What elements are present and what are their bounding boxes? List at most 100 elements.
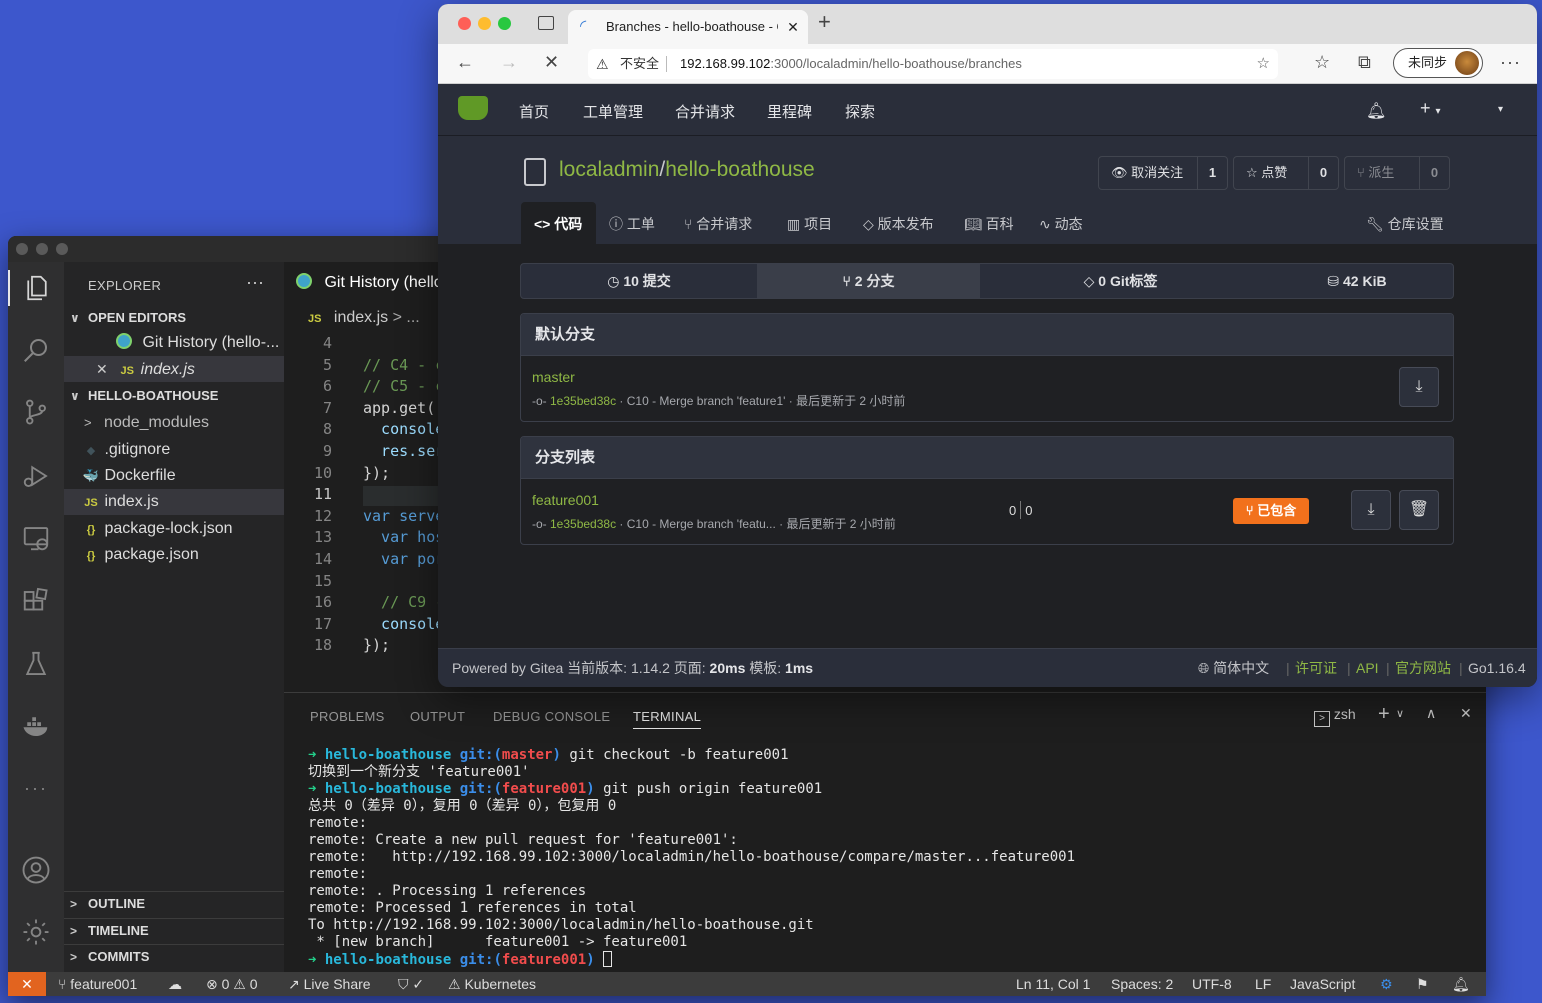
url-bar[interactable]: ⚠ 不安全 192.168.99.102:3000/localadmin/hel… bbox=[588, 49, 1278, 79]
more-icon[interactable]: ··· bbox=[18, 770, 54, 806]
tab-terminal[interactable]: TERMINAL bbox=[633, 709, 702, 729]
extensions-icon[interactable] bbox=[18, 584, 54, 620]
unwatch-button[interactable]: 👁︎ 取消关注 1 bbox=[1098, 156, 1228, 190]
nav-pulls[interactable]: 合并请求 bbox=[675, 101, 735, 122]
tree-item-package-lock[interactable]: {} package-lock.json bbox=[64, 516, 284, 542]
close-panel-icon[interactable]: ✕ bbox=[1460, 705, 1472, 722]
commit-sha-link[interactable]: 1e35bed38c bbox=[550, 517, 616, 531]
tab-problems[interactable]: PROBLEMS bbox=[310, 709, 385, 724]
tab-output[interactable]: OUTPUT bbox=[410, 709, 465, 724]
open-editors-section[interactable]: ∨ OPEN EDITORS bbox=[64, 306, 284, 330]
shield-icon[interactable]: ⛉ ✓ bbox=[398, 972, 424, 996]
forward-icon[interactable]: → bbox=[500, 52, 518, 73]
commit-sha-link[interactable]: 1e35bed38c bbox=[550, 394, 616, 408]
nav-milestones[interactable]: 里程碑 bbox=[767, 101, 812, 122]
commits-stat[interactable]: ◷ 10 提交 bbox=[521, 264, 757, 298]
download-button[interactable]: ⤓ bbox=[1351, 490, 1391, 530]
account-icon[interactable] bbox=[18, 852, 54, 888]
profile-sync-button[interactable]: 未同步 bbox=[1393, 48, 1483, 78]
close-tab-icon[interactable]: ✕ bbox=[778, 10, 808, 44]
sync-icon[interactable]: ☁ bbox=[168, 972, 182, 996]
branches-stat[interactable]: ⑂ 2 分支 bbox=[757, 264, 980, 298]
more-icon[interactable]: ··· bbox=[1500, 52, 1521, 73]
browser-tab-active[interactable]: ◜ Branches - hello-boathouse - Gitea ✕ bbox=[568, 10, 808, 44]
add-favorite-icon[interactable]: ☆ bbox=[1257, 49, 1270, 79]
search-icon[interactable] bbox=[18, 332, 54, 368]
source-control-icon[interactable] bbox=[18, 394, 54, 430]
delete-branch-button[interactable]: 🗑︎ bbox=[1399, 490, 1439, 530]
back-icon[interactable]: ← bbox=[456, 52, 474, 73]
tree-item-index-js[interactable]: JS index.js bbox=[64, 489, 284, 515]
star-button[interactable]: ☆ 点赞 0 bbox=[1233, 156, 1339, 190]
close-window-button[interactable] bbox=[16, 243, 28, 255]
feedback-icon[interactable]: ⚑ bbox=[1416, 972, 1429, 996]
nav-home[interactable]: 首页 bbox=[519, 101, 549, 122]
tab-pulls[interactable]: ⑂ 合并请求 bbox=[684, 214, 752, 234]
close-icon[interactable]: ✕ bbox=[96, 361, 108, 377]
merged-badge[interactable]: ⑂ 已包含 bbox=[1233, 498, 1309, 524]
open-editor-git-history[interactable]: Git History (hello-... bbox=[64, 330, 284, 356]
encoding[interactable]: UTF-8 bbox=[1192, 972, 1232, 996]
download-button[interactable]: ⤓ bbox=[1399, 367, 1439, 407]
close-window-button[interactable] bbox=[458, 17, 471, 30]
tree-item-gitignore[interactable]: ◆ .gitignore bbox=[64, 437, 284, 463]
favorites-icon[interactable]: ☆ bbox=[1314, 52, 1330, 73]
language-selector[interactable]: 🌐︎ 简体中文 bbox=[1198, 649, 1269, 687]
tree-item-package-json[interactable]: {} package.json bbox=[64, 542, 284, 568]
terminal-output[interactable]: ➜ hello-boathouse git:(master) git check… bbox=[308, 747, 1075, 969]
nav-explore[interactable]: 探索 bbox=[845, 101, 875, 122]
watch-count[interactable]: 1 bbox=[1197, 157, 1227, 189]
chevron-down-icon[interactable]: ∨ bbox=[1396, 707, 1404, 720]
tab-settings[interactable]: 🔧︎ 仓库设置 bbox=[1366, 214, 1444, 234]
license-link[interactable]: 许可证 bbox=[1295, 649, 1337, 687]
tab-issues[interactable]: ⓘ 工单 bbox=[609, 214, 655, 234]
open-editor-index-js[interactable]: ✕ JS index.js bbox=[64, 356, 284, 382]
repo-name-link[interactable]: hello-boathouse bbox=[665, 158, 814, 181]
create-new-button[interactable]: + ▾ bbox=[1420, 98, 1441, 119]
repo-owner-link[interactable]: localadmin bbox=[559, 158, 659, 181]
maximize-panel-icon[interactable]: ∧ bbox=[1426, 705, 1436, 722]
new-tab-button[interactable]: + bbox=[818, 9, 831, 35]
new-terminal-icon[interactable]: + bbox=[1378, 703, 1390, 726]
timeline-section[interactable]: > TIMELINE bbox=[64, 918, 284, 942]
tab-debug-console[interactable]: DEBUG CONSOLE bbox=[493, 709, 610, 724]
zoom-window-button[interactable] bbox=[56, 243, 68, 255]
nav-issues[interactable]: 工单管理 bbox=[583, 101, 643, 122]
zoom-window-button[interactable] bbox=[498, 17, 511, 30]
language-mode[interactable]: JavaScript bbox=[1290, 972, 1355, 996]
run-debug-icon[interactable] bbox=[18, 458, 54, 494]
notifications-icon[interactable]: 🔔︎ bbox=[1452, 972, 1470, 996]
gear-icon[interactable]: ⚙ bbox=[1380, 972, 1393, 996]
remote-explorer-icon[interactable] bbox=[18, 520, 54, 556]
branch-indicator[interactable]: ⑂ feature001 bbox=[58, 972, 137, 996]
project-section[interactable]: ∨ HELLO-BOATHOUSE bbox=[64, 384, 284, 408]
cursor-position[interactable]: Ln 11, Col 1 bbox=[1016, 972, 1090, 996]
explorer-more-button[interactable]: ··· bbox=[246, 272, 264, 293]
tree-item-dockerfile[interactable]: 🐳 Dockerfile bbox=[64, 463, 284, 489]
problems-indicator[interactable]: ⊗ 0 ⚠ 0 bbox=[206, 972, 258, 996]
minimize-window-button[interactable] bbox=[36, 243, 48, 255]
bell-icon[interactable]: 🔔︎ bbox=[1366, 101, 1386, 121]
tab-actions-icon[interactable] bbox=[538, 16, 554, 30]
testing-icon[interactable] bbox=[18, 646, 54, 682]
tree-item-node-modules[interactable]: > node_modules bbox=[64, 410, 284, 436]
docker-icon[interactable] bbox=[18, 708, 54, 744]
remote-indicator[interactable]: ✕ bbox=[8, 972, 46, 996]
line-ending[interactable]: LF bbox=[1255, 972, 1271, 996]
tab-code[interactable]: <> 代码 bbox=[534, 214, 582, 234]
settings-gear-icon[interactable] bbox=[18, 914, 54, 950]
tab-git-history[interactable]: Git History (hello bbox=[284, 262, 464, 304]
breadcrumb-rest[interactable]: > ... bbox=[393, 309, 420, 326]
indentation[interactable]: Spaces: 2 bbox=[1111, 972, 1173, 996]
tab-releases[interactable]: ◇ 版本发布 bbox=[863, 214, 934, 234]
kubernetes-button[interactable]: ⚠ Kubernetes bbox=[448, 972, 536, 996]
user-menu-caret-icon[interactable]: ▾ bbox=[1498, 104, 1503, 115]
size-stat[interactable]: ⛁ 42 KiB bbox=[1261, 264, 1453, 298]
star-count[interactable]: 0 bbox=[1308, 157, 1338, 189]
files-icon[interactable] bbox=[8, 270, 64, 306]
fork-count[interactable]: 0 bbox=[1419, 157, 1449, 189]
website-link[interactable]: 官方网站 bbox=[1395, 649, 1451, 687]
tab-activity[interactable]: ∿ 动态 bbox=[1039, 214, 1083, 234]
branch-link-master[interactable]: master bbox=[532, 369, 575, 385]
stop-loading-icon[interactable]: ✕ bbox=[544, 52, 559, 73]
